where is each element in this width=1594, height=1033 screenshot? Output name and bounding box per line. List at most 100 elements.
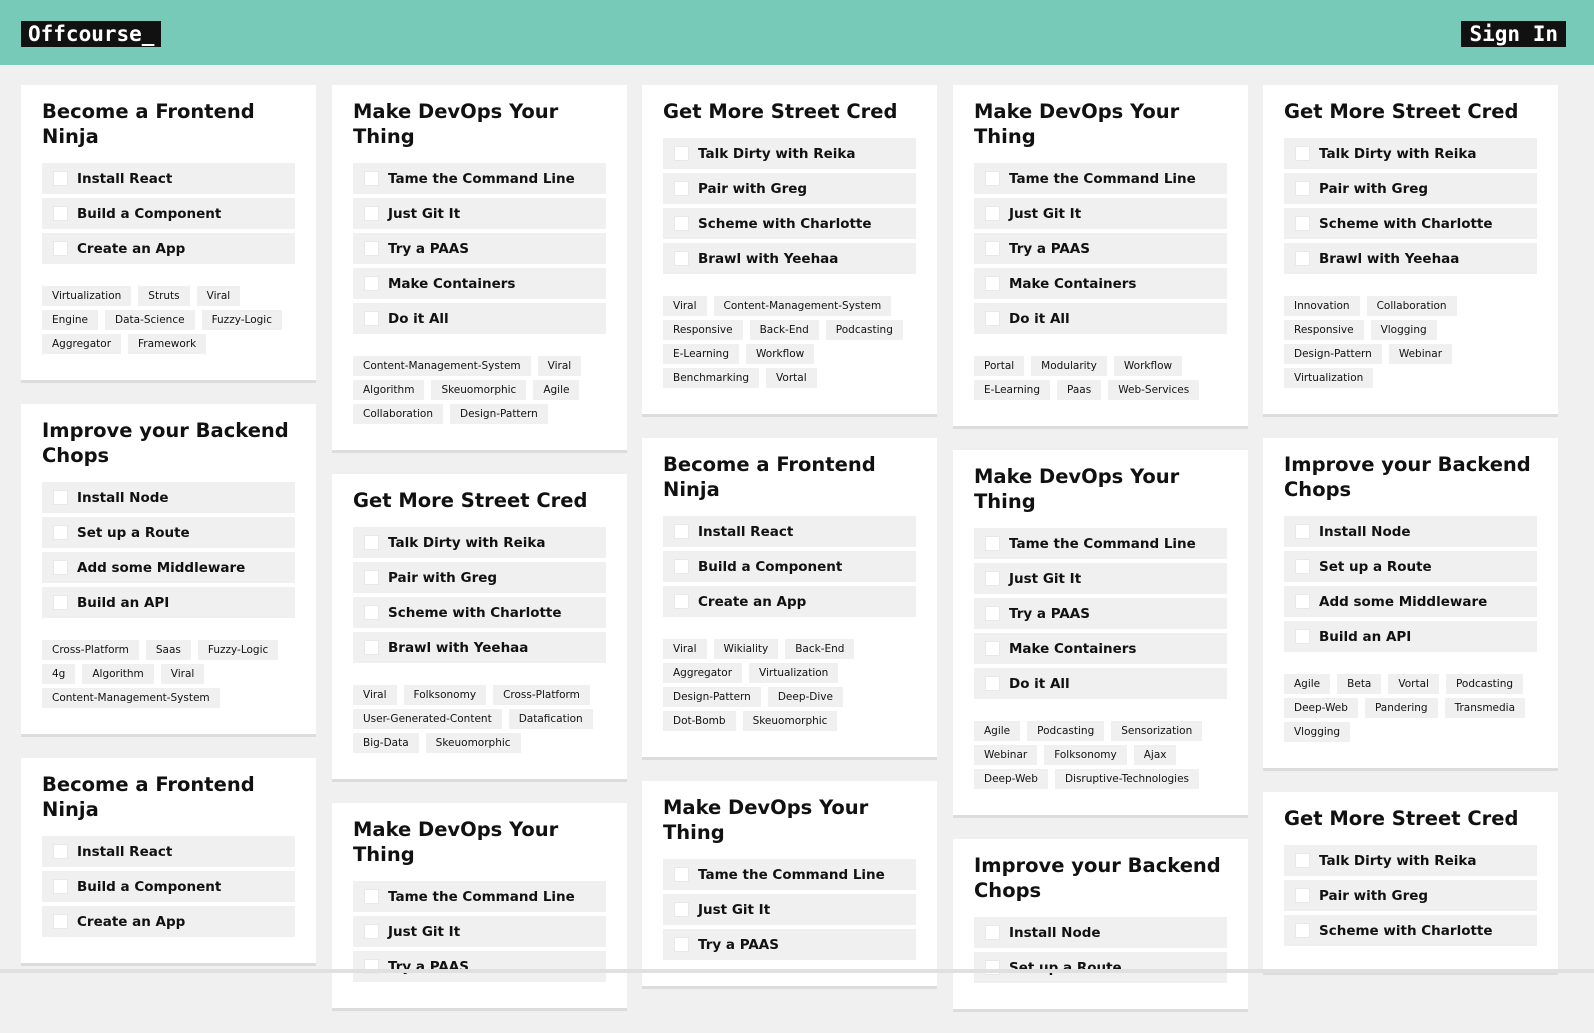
- checkpoint-item[interactable]: Just Git It: [663, 894, 916, 925]
- tag[interactable]: Responsive: [1284, 320, 1364, 340]
- course-card[interactable]: Become a Frontend Ninja Install React Buil…: [21, 758, 316, 963]
- checkpoint-item[interactable]: Tame the Command Line: [974, 163, 1227, 194]
- checkpoint-item[interactable]: Just Git It: [353, 198, 606, 229]
- tag[interactable]: Algorithm: [82, 664, 154, 684]
- tag[interactable]: Web-Services: [1108, 380, 1200, 400]
- tag[interactable]: Ajax: [1133, 745, 1177, 765]
- checkpoint-item[interactable]: Make Containers: [353, 268, 606, 299]
- checkpoint-item[interactable]: Build a Component: [42, 198, 295, 229]
- checkbox[interactable]: [674, 594, 689, 609]
- course-card[interactable]: Get More Street Cred Talk Dirty with Reik…: [332, 474, 627, 779]
- checkpoint-item[interactable]: Talk Dirty with Reika: [1284, 138, 1537, 169]
- tag[interactable]: Cross-Platform: [493, 685, 590, 705]
- course-title[interactable]: Make DevOps Your Thing: [353, 99, 606, 149]
- tag[interactable]: Big-Data: [353, 733, 419, 753]
- course-title[interactable]: Get More Street Cred: [1284, 99, 1537, 124]
- course-card[interactable]: Make DevOps Your Thing Tame the Command L…: [953, 450, 1248, 815]
- tag[interactable]: Aggregator: [663, 663, 743, 683]
- checkbox[interactable]: [985, 536, 1000, 551]
- checkpoint-item[interactable]: Tame the Command Line: [663, 859, 916, 890]
- checkbox[interactable]: [1295, 524, 1310, 539]
- checkbox[interactable]: [53, 560, 68, 575]
- checkpoint-item[interactable]: Just Git It: [974, 198, 1227, 229]
- checkpoint-item[interactable]: Try a PAAS: [353, 951, 606, 982]
- course-card[interactable]: Make DevOps Your Thing Tame the Command L…: [953, 85, 1248, 426]
- checkbox[interactable]: [985, 241, 1000, 256]
- tag[interactable]: Modularity: [1031, 356, 1107, 376]
- course-title[interactable]: Get More Street Cred: [663, 99, 916, 124]
- checkbox[interactable]: [1295, 629, 1310, 644]
- tag[interactable]: Design-Pattern: [1284, 344, 1382, 364]
- tag[interactable]: Collaboration: [1366, 296, 1457, 316]
- checkpoint-item[interactable]: Try a PAAS: [353, 233, 606, 264]
- tag[interactable]: Aggregator: [42, 334, 122, 354]
- checkbox[interactable]: [985, 171, 1000, 186]
- tag[interactable]: Portal: [974, 356, 1025, 376]
- tag[interactable]: Agile: [974, 721, 1021, 741]
- checkpoint-item[interactable]: Build an API: [42, 587, 295, 618]
- checkbox[interactable]: [985, 571, 1000, 586]
- checkbox[interactable]: [985, 276, 1000, 291]
- tag[interactable]: Engine: [42, 310, 98, 330]
- course-title[interactable]: Improve your Backend Chops: [1284, 452, 1537, 502]
- checkbox[interactable]: [364, 171, 379, 186]
- course-title[interactable]: Improve your Backend Chops: [42, 418, 295, 468]
- tag[interactable]: Deep-Web: [974, 769, 1048, 789]
- checkpoint-item[interactable]: Try a PAAS: [974, 233, 1227, 264]
- checkpoint-item[interactable]: Scheme with Charlotte: [1284, 208, 1537, 239]
- checkpoint-item[interactable]: Scheme with Charlotte: [353, 597, 606, 628]
- course-title[interactable]: Make DevOps Your Thing: [974, 464, 1227, 514]
- tag[interactable]: Viral: [160, 664, 205, 684]
- checkpoint-item[interactable]: Try a PAAS: [663, 929, 916, 960]
- checkpoint-item[interactable]: Do it All: [353, 303, 606, 334]
- checkpoint-item[interactable]: Install Node: [42, 482, 295, 513]
- tag[interactable]: Viral: [196, 286, 241, 306]
- tag[interactable]: Folksonomy: [403, 685, 487, 705]
- tag[interactable]: Content-Management-System: [713, 296, 892, 316]
- course-title[interactable]: Improve your Backend Chops: [974, 853, 1227, 903]
- checkbox[interactable]: [985, 676, 1000, 691]
- course-title[interactable]: Become a Frontend Ninja: [42, 99, 295, 149]
- checkpoint-item[interactable]: Brawl with Yeehaa: [1284, 243, 1537, 274]
- tag[interactable]: Podcasting: [1027, 721, 1105, 741]
- tag[interactable]: User-Generated-Content: [353, 709, 502, 729]
- checkbox[interactable]: [674, 146, 689, 161]
- checkbox[interactable]: [985, 606, 1000, 621]
- checkpoint-item[interactable]: Tame the Command Line: [974, 528, 1227, 559]
- tag[interactable]: Algorithm: [353, 380, 425, 400]
- tag[interactable]: Framework: [128, 334, 207, 354]
- checkbox[interactable]: [1295, 146, 1310, 161]
- sign-in-button[interactable]: Sign In: [1461, 21, 1566, 47]
- tag[interactable]: Deep-Dive: [767, 687, 843, 707]
- checkbox[interactable]: [364, 206, 379, 221]
- checkpoint-item[interactable]: Just Git It: [353, 916, 606, 947]
- checkbox[interactable]: [53, 595, 68, 610]
- checkpoint-item[interactable]: Scheme with Charlotte: [663, 208, 916, 239]
- checkbox[interactable]: [674, 559, 689, 574]
- tag[interactable]: Cross-Platform: [42, 640, 139, 660]
- horizontal-scrollbar[interactable]: [0, 969, 1594, 973]
- checkbox[interactable]: [53, 206, 68, 221]
- checkpoint-item[interactable]: Create an App: [42, 233, 295, 264]
- tag[interactable]: Responsive: [663, 320, 743, 340]
- tag[interactable]: Paas: [1057, 380, 1102, 400]
- checkpoint-item[interactable]: Build a Component: [42, 871, 295, 902]
- tag[interactable]: Disruptive-Technologies: [1054, 769, 1200, 789]
- checkbox[interactable]: [674, 216, 689, 231]
- tag[interactable]: Design-Pattern: [663, 687, 761, 707]
- checkpoint-item[interactable]: Install React: [42, 163, 295, 194]
- checkbox[interactable]: [53, 525, 68, 540]
- tag[interactable]: Content-Management-System: [42, 688, 220, 708]
- checkbox[interactable]: [674, 867, 689, 882]
- checkpoint-item[interactable]: Install Node: [1284, 516, 1537, 547]
- tag[interactable]: Viral: [663, 639, 707, 659]
- checkpoint-item[interactable]: Create an App: [42, 906, 295, 937]
- tag[interactable]: Webinar: [1388, 344, 1453, 364]
- tag[interactable]: Vlogging: [1284, 722, 1351, 742]
- checkpoint-item[interactable]: Add some Middleware: [42, 552, 295, 583]
- checkbox[interactable]: [1295, 853, 1310, 868]
- tag[interactable]: Virtualization: [42, 286, 132, 306]
- tag[interactable]: Agile: [533, 380, 580, 400]
- checkpoint-item[interactable]: Install React: [663, 516, 916, 547]
- checkbox[interactable]: [1295, 594, 1310, 609]
